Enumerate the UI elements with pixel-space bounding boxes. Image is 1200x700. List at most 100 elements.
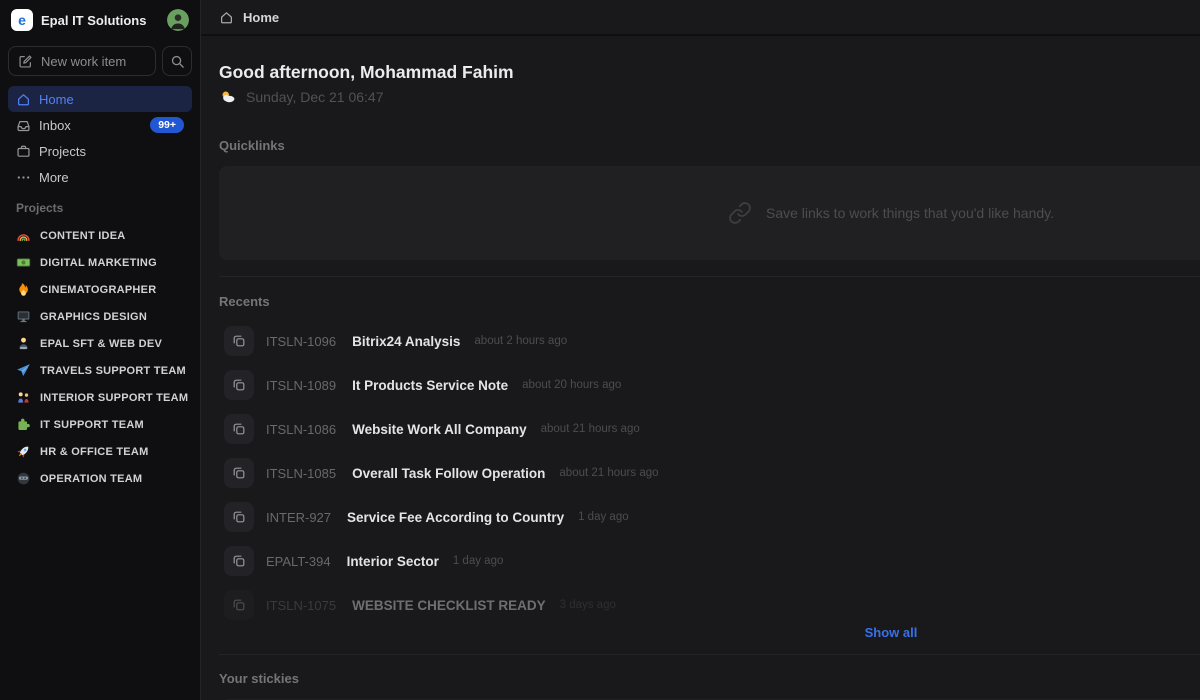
work-item-id: ITSLN-1085 bbox=[266, 466, 336, 481]
work-item-id: ITSLN-1089 bbox=[266, 378, 336, 393]
sidebar-item-more[interactable]: More bbox=[8, 164, 192, 190]
stacked-cards-icon bbox=[231, 421, 247, 437]
edit-icon bbox=[18, 54, 33, 69]
sidebar-project-graphics-design[interactable]: GRAPHICS DESIGN bbox=[8, 303, 192, 330]
recent-item[interactable]: ITSLN-1096 Bitrix24 Analysis about 2 hou… bbox=[219, 319, 1200, 363]
main-area: Home Good afternoon, Mohammad Fahim Sund… bbox=[201, 0, 1200, 700]
cloud-sun-icon bbox=[219, 88, 237, 106]
work-item-icon-box bbox=[224, 458, 254, 488]
work-item-id: INTER-927 bbox=[266, 510, 331, 525]
link-icon bbox=[728, 201, 752, 225]
sidebar-projects: CONTENT IDEA DIGITAL MARKETING CINEMATOG… bbox=[8, 222, 192, 492]
technologist-icon bbox=[16, 336, 31, 351]
date-row: Sunday, Dec 21 06:47 bbox=[219, 88, 1200, 106]
quicklinks-title: Quicklinks bbox=[219, 138, 1200, 153]
section-divider bbox=[219, 276, 1200, 277]
recent-item[interactable]: ITSLN-1089 It Products Service Note abou… bbox=[219, 363, 1200, 407]
sidebar-item-inbox[interactable]: Inbox 99+ bbox=[8, 112, 192, 138]
new-work-item-button[interactable]: New work item bbox=[8, 46, 156, 76]
content: Good afternoon, Mohammad Fahim Sunday, D… bbox=[201, 62, 1200, 700]
sidebar-project-interior-support-team[interactable]: INTERIOR SUPPORT TEAM bbox=[8, 384, 192, 411]
workspace-name: Epal IT Solutions bbox=[41, 13, 159, 28]
sidebar-nav: Home Inbox 99+ Projects More bbox=[8, 86, 192, 190]
work-item-id: ITSLN-1075 bbox=[266, 598, 336, 613]
fire-icon bbox=[16, 282, 31, 297]
recent-item[interactable]: ITSLN-1085 Overall Task Follow Operation… bbox=[219, 451, 1200, 495]
stacked-cards-icon bbox=[231, 377, 247, 393]
work-item-title: Service Fee According to Country bbox=[347, 510, 564, 525]
work-item-time: about 21 hours ago bbox=[559, 467, 658, 479]
work-item-icon-box bbox=[224, 590, 254, 620]
new-item-row: New work item bbox=[8, 46, 192, 76]
monitor-icon bbox=[16, 309, 31, 324]
money-icon bbox=[16, 255, 31, 270]
work-item-id: ITSLN-1096 bbox=[266, 334, 336, 349]
ninja-icon bbox=[16, 471, 31, 486]
recent-item[interactable]: INTER-927 Service Fee According to Count… bbox=[219, 495, 1200, 539]
sidebar-project-content-idea[interactable]: CONTENT IDEA bbox=[8, 222, 192, 249]
sidebar-project-cinematographer[interactable]: CINEMATOGRAPHER bbox=[8, 276, 192, 303]
home-icon bbox=[16, 92, 31, 107]
stacked-cards-icon bbox=[231, 553, 247, 569]
greeting: Good afternoon, Mohammad Fahim bbox=[219, 62, 1200, 83]
sidebar-item-home[interactable]: Home bbox=[8, 86, 192, 112]
quicklinks-empty-text: Save links to work things that you'd lik… bbox=[766, 205, 1054, 221]
recent-item[interactable]: ITSLN-1075 WEBSITE CHECKLIST READY 3 day… bbox=[219, 583, 1200, 627]
sidebar-project-travels-support-team[interactable]: TRAVELS SUPPORT TEAM bbox=[8, 357, 192, 384]
workspace-logo: e bbox=[11, 9, 33, 31]
sidebar-project-operation-team[interactable]: OPERATION TEAM bbox=[8, 465, 192, 492]
dots-icon bbox=[16, 170, 31, 185]
stickies-title: Your stickies bbox=[219, 671, 1200, 686]
work-item-title: Website Work All Company bbox=[352, 422, 527, 437]
sidebar-item-projects[interactable]: Projects bbox=[8, 138, 192, 164]
projects-section-label: Projects bbox=[8, 190, 192, 222]
work-item-time: 3 days ago bbox=[560, 599, 616, 611]
briefcase-icon bbox=[16, 144, 31, 159]
workspace-switcher[interactable]: e Epal IT Solutions bbox=[8, 2, 192, 38]
work-item-time: about 21 hours ago bbox=[541, 423, 640, 435]
home-icon bbox=[219, 10, 234, 25]
show-all-link[interactable]: Show all bbox=[865, 625, 918, 640]
inbox-icon bbox=[16, 118, 31, 133]
stacked-cards-icon bbox=[231, 597, 247, 613]
recent-item[interactable]: EPALT-394 Interior Sector 1 day ago bbox=[219, 539, 1200, 583]
search-button[interactable] bbox=[162, 46, 192, 76]
work-item-time: 1 day ago bbox=[578, 511, 629, 523]
airplane-icon bbox=[16, 363, 31, 378]
date-text: Sunday, Dec 21 06:47 bbox=[246, 89, 384, 105]
work-item-time: about 2 hours ago bbox=[474, 335, 567, 347]
work-item-icon-box bbox=[224, 546, 254, 576]
work-item-title: Interior Sector bbox=[347, 554, 439, 569]
rocket-icon bbox=[16, 444, 31, 459]
sidebar-project-it-support-team[interactable]: IT SUPPORT TEAM bbox=[8, 411, 192, 438]
work-item-id: ITSLN-1086 bbox=[266, 422, 336, 437]
work-item-icon-box bbox=[224, 326, 254, 356]
stacked-cards-icon bbox=[231, 465, 247, 481]
work-item-title: Bitrix24 Analysis bbox=[352, 334, 460, 349]
recent-item[interactable]: ITSLN-1086 Website Work All Company abou… bbox=[219, 407, 1200, 451]
user-avatar[interactable] bbox=[167, 9, 189, 31]
search-icon bbox=[170, 54, 185, 69]
breadcrumb-label: Home bbox=[243, 10, 279, 25]
sidebar-project-hr-office-team[interactable]: HR & OFFICE TEAM bbox=[8, 438, 192, 465]
family-icon bbox=[16, 390, 31, 405]
new-work-item-label: New work item bbox=[41, 54, 126, 69]
rainbow-icon bbox=[16, 228, 31, 243]
recents-list: ITSLN-1096 Bitrix24 Analysis about 2 hou… bbox=[219, 319, 1200, 627]
sidebar-project-epal-sft-web-dev[interactable]: EPAL SFT & WEB DEV bbox=[8, 330, 192, 357]
work-item-title: It Products Service Note bbox=[352, 378, 508, 393]
sidebar: e Epal IT Solutions New work item Home I… bbox=[0, 0, 201, 700]
sidebar-project-digital-marketing[interactable]: DIGITAL MARKETING bbox=[8, 249, 192, 276]
work-item-time: about 20 hours ago bbox=[522, 379, 621, 391]
work-item-icon-box bbox=[224, 502, 254, 532]
stacked-cards-icon bbox=[231, 509, 247, 525]
work-item-time: 1 day ago bbox=[453, 555, 504, 567]
work-item-title: WEBSITE CHECKLIST READY bbox=[352, 598, 546, 613]
quicklinks-empty-panel[interactable]: Save links to work things that you'd lik… bbox=[219, 166, 1200, 260]
breadcrumb[interactable]: Home bbox=[201, 0, 1200, 36]
recents-title: Recents bbox=[219, 294, 1200, 309]
work-item-icon-box bbox=[224, 414, 254, 444]
stacked-cards-icon bbox=[231, 333, 247, 349]
puzzle-icon bbox=[16, 417, 31, 432]
unread-count-badge: 99+ bbox=[150, 117, 184, 133]
